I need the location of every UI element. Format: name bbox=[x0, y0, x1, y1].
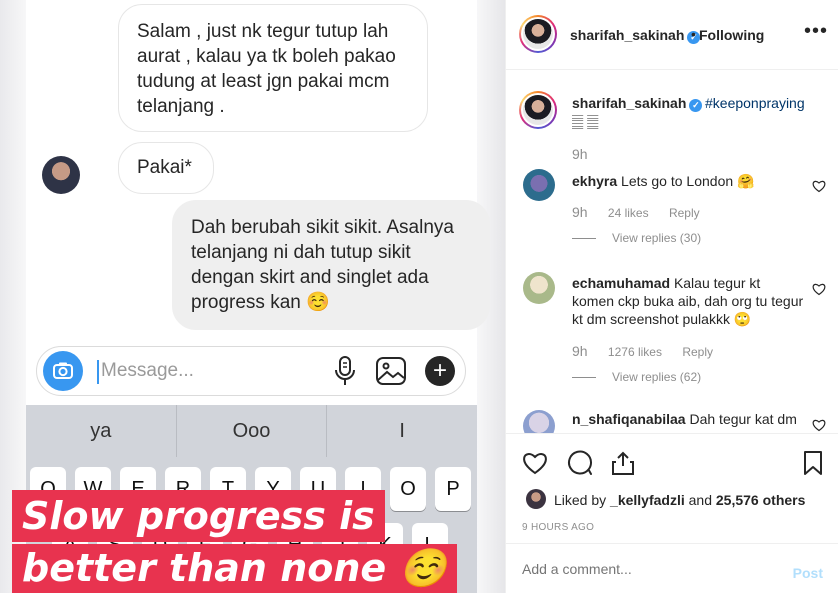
comment-bubble-icon[interactable] bbox=[567, 450, 593, 476]
dm-message-bar: Message... + bbox=[36, 346, 466, 396]
suggestion-2: Ooo bbox=[177, 405, 328, 457]
add-comment-bar: Post bbox=[506, 543, 838, 593]
dm-bubble-second: Pakai* bbox=[118, 142, 214, 194]
liked-by-and: and bbox=[688, 492, 712, 508]
verified-badge-icon: ✓ bbox=[689, 99, 703, 112]
like-comment-icon[interactable] bbox=[812, 282, 826, 296]
view-replies-button[interactable]: View replies (62) bbox=[572, 370, 701, 384]
author-username-row[interactable]: sharifah_sakinah ✓ bbox=[570, 27, 701, 44]
comment-reply-button[interactable]: Reply bbox=[669, 206, 700, 220]
add-content-icon: + bbox=[425, 356, 455, 386]
commenter-avatar[interactable] bbox=[523, 272, 555, 304]
liked-by-prefix: Liked by bbox=[554, 492, 607, 508]
commenter-avatar[interactable] bbox=[523, 410, 555, 433]
suggestion-3: I bbox=[399, 419, 405, 442]
post-image[interactable]: Salam , just nk tegur tutup lah aurat , … bbox=[0, 0, 505, 593]
dm-message-placeholder: Message... bbox=[101, 360, 194, 381]
commenter-avatar[interactable] bbox=[523, 169, 555, 201]
caption-time[interactable]: 9h bbox=[572, 146, 588, 162]
post-timestamp[interactable]: 9 HOURS AGO bbox=[522, 522, 594, 533]
comment-likes[interactable]: 1276 likes bbox=[608, 345, 662, 359]
liked-by-text: Liked by _kellyfadzli and 25,576 others bbox=[554, 492, 805, 508]
replies-divider bbox=[572, 238, 596, 240]
key: O bbox=[390, 467, 426, 511]
comment-text: ekhyra Lets go to London 🤗 bbox=[572, 172, 804, 190]
like-heart-icon[interactable] bbox=[522, 450, 548, 476]
following-button[interactable]: Following bbox=[699, 27, 764, 43]
comment-text: n_shafiqanabilaa Dah tegur kat dm bbox=[572, 410, 804, 428]
caption-overlay-line-2: better than none ☺️ bbox=[12, 544, 457, 593]
view-replies-button[interactable]: View replies (30) bbox=[572, 231, 701, 245]
author-username[interactable]: sharifah_sakinah bbox=[570, 27, 684, 43]
dm-screenshot: Salam , just nk tegur tutup lah aurat , … bbox=[26, 0, 490, 405]
gallery-icon bbox=[376, 357, 406, 385]
comment-time[interactable]: 9h bbox=[572, 204, 588, 220]
comment-body: Lets go to London 🤗 bbox=[621, 173, 755, 189]
more-options-icon[interactable]: ••• bbox=[804, 20, 828, 43]
like-comment-icon[interactable] bbox=[812, 418, 826, 432]
dm-bubble-reply: Dah berubah sikit sikit. Asalnya telanja… bbox=[172, 200, 490, 330]
caption-emoji: 𝄛 𝄛 bbox=[572, 113, 599, 129]
caption-hashtag[interactable]: #keeponpraying bbox=[705, 95, 805, 111]
dm-avatar bbox=[42, 156, 80, 194]
post-header: sharifah_sakinah ✓ • Following ••• bbox=[506, 0, 838, 70]
save-bookmark-icon[interactable] bbox=[800, 450, 826, 476]
comment-text: echamuhamad Kalau tegur kt komen ckp buk… bbox=[572, 274, 804, 328]
comment-meta: 9h 1276 likes Reply bbox=[572, 343, 730, 359]
header-separator: • bbox=[691, 26, 696, 42]
liked-by-user[interactable]: _kellyfadzli bbox=[610, 492, 685, 508]
author-avatar[interactable] bbox=[519, 15, 557, 53]
comment-username[interactable]: ekhyra bbox=[572, 173, 617, 189]
add-comment-input[interactable] bbox=[522, 556, 772, 582]
caption-author-avatar[interactable] bbox=[519, 91, 557, 129]
key: P bbox=[435, 467, 471, 511]
view-replies-label[interactable]: View replies (30) bbox=[612, 231, 701, 245]
microphone-icon bbox=[335, 356, 355, 385]
post-actions: Liked by _kellyfadzli and 25,576 others … bbox=[506, 433, 838, 543]
liked-by-avatar[interactable] bbox=[526, 489, 546, 509]
caption-overlay-line-1: Slow progress is bbox=[12, 490, 385, 542]
comment-time[interactable]: 9h bbox=[572, 343, 588, 359]
comments-list[interactable]: sharifah_sakinah ✓ #keeponpraying 𝄛 𝄛 9h … bbox=[506, 71, 838, 433]
dm-bubble-first: Salam , just nk tegur tutup lah aurat , … bbox=[118, 4, 428, 132]
post-panel: sharifah_sakinah ✓ • Following ••• sharif… bbox=[505, 0, 838, 593]
post-comment-button[interactable]: Post bbox=[793, 565, 823, 581]
view-replies-label[interactable]: View replies (62) bbox=[612, 370, 701, 384]
share-icon[interactable] bbox=[610, 450, 636, 476]
caption-username[interactable]: sharifah_sakinah bbox=[572, 95, 686, 111]
comment-likes[interactable]: 24 likes bbox=[608, 206, 649, 220]
comment-body: Dah tegur kat dm bbox=[689, 411, 797, 427]
replies-divider bbox=[572, 377, 596, 379]
camera-icon bbox=[43, 351, 83, 391]
instagram-post-view: Salam , just nk tegur tutup lah aurat , … bbox=[0, 0, 838, 593]
comment-username[interactable]: echamuhamad bbox=[572, 275, 670, 291]
like-comment-icon[interactable] bbox=[812, 179, 826, 193]
comment-username[interactable]: n_shafiqanabilaa bbox=[572, 411, 686, 427]
suggestion-1: ya bbox=[26, 405, 177, 457]
caption-username-row[interactable]: sharifah_sakinah ✓ bbox=[572, 95, 703, 112]
comment-reply-button[interactable]: Reply bbox=[682, 345, 713, 359]
comment-meta: 9h 24 likes Reply bbox=[572, 204, 717, 220]
liked-by-others[interactable]: 25,576 others bbox=[716, 492, 806, 508]
keyboard-suggestions: ya Ooo I bbox=[26, 405, 477, 457]
text-caret bbox=[97, 360, 99, 384]
